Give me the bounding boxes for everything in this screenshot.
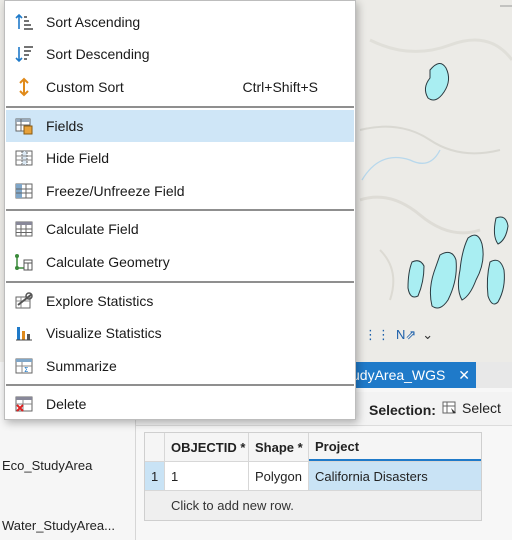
layer-water-study-area[interactable]: Water_StudyArea...: [2, 518, 115, 533]
sort-descending-icon: [14, 44, 34, 64]
grid-icon[interactable]: ⋮⋮: [364, 327, 390, 343]
calculate-field-icon: [14, 219, 34, 239]
menu-item-sort-ascending[interactable]: Sort Ascending: [6, 6, 354, 38]
menu-label: Sort Ascending: [46, 14, 141, 30]
menu-label: Hide Field: [46, 150, 110, 166]
cell-objectid[interactable]: 1: [165, 462, 249, 490]
menu-label: Fields: [46, 118, 84, 134]
menu-item-custom-sort[interactable]: Custom Sort Ctrl+Shift+S: [6, 71, 354, 103]
menu-separator: [6, 106, 354, 108]
visualize-statistics-icon: [14, 323, 34, 343]
map-toolbar: ⋮⋮ N⇗ ⌄: [358, 322, 512, 348]
menu-item-calculate-geometry[interactable]: Calculate Geometry: [6, 246, 354, 278]
menu-item-fields[interactable]: Fields: [6, 110, 354, 142]
layer-eco-study-area[interactable]: Eco_StudyArea: [2, 458, 92, 473]
delete-icon: [14, 394, 34, 414]
calculate-geometry-icon: [14, 252, 34, 272]
menu-label: Freeze/Unfreeze Field: [46, 183, 185, 199]
menu-item-hide-field[interactable]: Hide Field: [6, 142, 354, 174]
north-arrow-icon[interactable]: N⇗: [396, 327, 416, 343]
menu-label: Calculate Field: [46, 221, 139, 237]
selection-label: Selection:: [369, 402, 436, 418]
row-number[interactable]: 1: [145, 462, 165, 490]
explore-statistics-icon: [14, 291, 34, 311]
menu-label: Custom Sort: [46, 79, 124, 95]
select-button[interactable]: Select: [442, 400, 501, 416]
menu-item-freeze-field[interactable]: Freeze/Unfreeze Field: [6, 175, 354, 207]
close-icon[interactable]: ✕: [458, 367, 470, 384]
sort-ascending-icon: [14, 12, 34, 32]
select-button-label: Select: [462, 400, 501, 416]
menu-shortcut: Ctrl+Shift+S: [242, 79, 318, 95]
menu-label: Explore Statistics: [46, 293, 154, 309]
custom-sort-icon: [14, 77, 34, 97]
fields-icon: [14, 116, 34, 136]
menu-item-sort-descending[interactable]: Sort Descending: [6, 38, 354, 70]
menu-label: Visualize Statistics: [46, 325, 162, 341]
menu-item-explore-statistics[interactable]: Explore Statistics: [6, 285, 354, 317]
summarize-icon: Σ: [14, 356, 34, 376]
cell-project[interactable]: California Disasters: [309, 462, 481, 490]
menu-separator: [6, 384, 354, 386]
tab-attribute-table[interactable]: udyArea_WGS ✕: [346, 362, 476, 388]
menu-label: Summarize: [46, 358, 117, 374]
context-menu: Sort Ascending Sort Descending Custom So…: [4, 0, 356, 420]
tab-label: udyArea_WGS: [352, 367, 446, 383]
menu-item-visualize-statistics[interactable]: Visualize Statistics: [6, 317, 354, 349]
menu-separator: [6, 209, 354, 211]
menu-label: Sort Descending: [46, 46, 150, 62]
row-header-corner[interactable]: [145, 433, 165, 461]
menu-item-calculate-field[interactable]: Calculate Field: [6, 213, 354, 245]
column-header-objectid[interactable]: OBJECTID *: [165, 433, 249, 461]
menu-label: Delete: [46, 396, 87, 412]
menu-item-delete[interactable]: Delete: [6, 388, 354, 420]
attribute-grid: OBJECTID * Shape * Project 1 1 Polygon C…: [144, 432, 482, 521]
menu-item-summarize[interactable]: Σ Summarize: [6, 350, 354, 382]
cell-shape[interactable]: Polygon: [249, 462, 309, 490]
column-header-shape[interactable]: Shape *: [249, 433, 309, 461]
svg-text:Σ: Σ: [24, 366, 28, 374]
menu-label: Calculate Geometry: [46, 254, 170, 270]
hide-field-icon: [14, 148, 34, 168]
column-header-project[interactable]: Project: [309, 433, 481, 461]
chevron-down-icon[interactable]: ⌄: [422, 327, 433, 343]
menu-separator: [6, 281, 354, 283]
table-row[interactable]: 1 1 Polygon California Disasters: [145, 462, 481, 491]
table-header-row: OBJECTID * Shape * Project: [145, 433, 481, 462]
freeze-field-icon: [14, 181, 34, 201]
select-table-icon: [442, 401, 456, 414]
add-row-prompt[interactable]: Click to add new row.: [145, 491, 481, 520]
